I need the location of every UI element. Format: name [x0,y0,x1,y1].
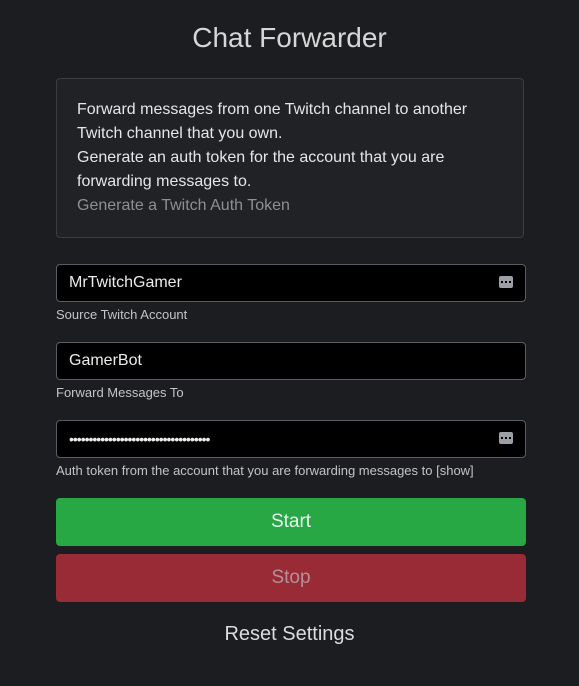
source-account-field-group: MrTwitchGamer Source Twitch Account [56,264,526,323]
start-button[interactable]: Start [56,498,526,546]
reset-settings-container: Reset Settings [0,620,579,648]
auth-token-value: •••••••••••••••••••••••••••••••••••• [69,431,210,447]
forward-to-helper: Forward Messages To [56,385,184,400]
source-account-input[interactable]: MrTwitchGamer [56,264,526,302]
auth-token-field-group: •••••••••••••••••••••••••••••••••••• Aut… [56,420,526,479]
autofill-icon[interactable] [499,276,513,288]
stop-button[interactable]: Stop [56,554,526,602]
autofill-icon[interactable] [499,432,513,444]
info-auth-instructions: Generate an auth token for the account t… [77,149,445,190]
generate-auth-token-link[interactable]: Generate a Twitch Auth Token [77,194,503,218]
reset-settings-button[interactable]: Reset Settings [224,623,354,645]
info-description: Forward messages from one Twitch channel… [77,101,468,142]
forward-to-input[interactable]: GamerBot [56,342,526,380]
page-title: Chat Forwarder [192,22,387,53]
source-account-helper: Source Twitch Account [56,307,188,322]
info-panel: Forward messages from one Twitch channel… [56,78,524,238]
forward-to-field-group: GamerBot Forward Messages To [56,342,526,401]
forward-to-value: GamerBot [69,352,142,369]
auth-token-input[interactable]: •••••••••••••••••••••••••••••••••••• [56,420,526,458]
auth-token-helper[interactable]: Auth token from the account that you are… [56,463,526,479]
source-account-value: MrTwitchGamer [69,274,182,291]
